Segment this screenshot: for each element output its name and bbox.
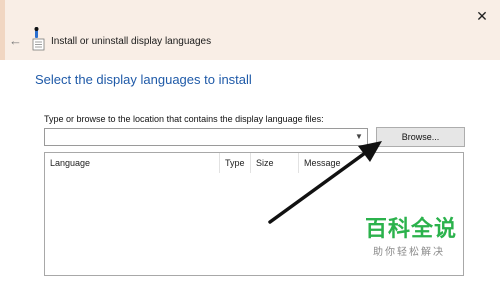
browse-button[interactable]: Browse... <box>376 127 465 147</box>
chevron-down-icon[interactable]: ▼ <box>352 130 366 144</box>
path-input[interactable]: ▼ <box>44 128 368 146</box>
title-bar <box>5 0 500 60</box>
watermark: 百科全说 助你轻松解决 <box>365 217 465 258</box>
window-title: Install or uninstall display languages <box>51 36 212 47</box>
page-heading: Select the display languages to install <box>35 72 252 87</box>
path-label: Type or browse to the location that cont… <box>44 114 324 124</box>
back-arrow-icon[interactable]: ← <box>9 33 22 48</box>
close-icon[interactable]: ✕ <box>472 6 492 26</box>
watermark-main: 百科全说 <box>365 217 458 242</box>
language-install-icon <box>32 27 45 51</box>
column-header-size[interactable]: Size <box>251 153 299 173</box>
watermark-sub: 助你轻松解决 <box>373 247 445 258</box>
column-header-type[interactable]: Type <box>220 153 251 173</box>
column-header-language[interactable]: Language <box>45 153 220 173</box>
column-header-message[interactable]: Message <box>299 153 463 173</box>
